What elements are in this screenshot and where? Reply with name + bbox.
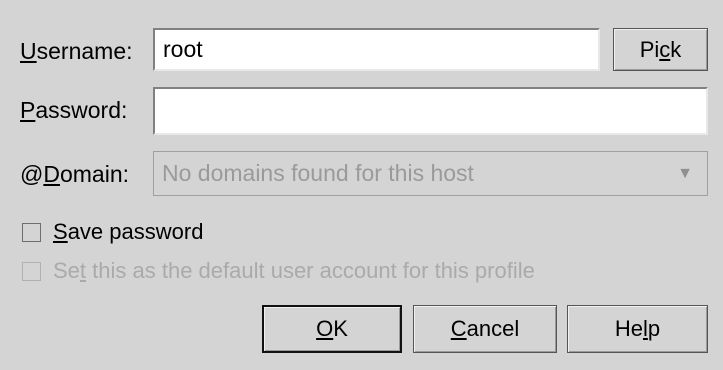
pick-button[interactable]: Pi c k [613, 28, 708, 71]
password-input[interactable] [153, 87, 708, 135]
login-dialog: Username: root Pi c k Password: @Domain: N… [0, 0, 723, 370]
ok-button[interactable]: OK [262, 305, 402, 353]
password-label: Password: [20, 97, 128, 123]
cancel-button[interactable]: Cancel [413, 305, 557, 353]
default-account-checkbox [22, 261, 41, 281]
save-password-label: Save password [53, 219, 204, 244]
default-account-checkbox-row: Set this as the default user account for… [22, 260, 535, 282]
username-input[interactable]: root [153, 28, 600, 71]
domain-dropdown-value: No domains found for this host [162, 160, 474, 186]
default-account-label: Set this as the default user account for… [53, 258, 535, 283]
save-password-checkbox[interactable] [22, 222, 41, 242]
save-password-checkbox-row[interactable]: Save password [22, 221, 203, 243]
domain-dropdown: No domains found for this host ▼ [153, 151, 708, 196]
username-value: root [163, 36, 203, 62]
domain-label: @Domain: [20, 161, 130, 187]
username-label: Username: [20, 38, 133, 64]
chevron-down-icon: ▼ [677, 164, 693, 182]
help-button[interactable]: He l p [567, 305, 708, 353]
